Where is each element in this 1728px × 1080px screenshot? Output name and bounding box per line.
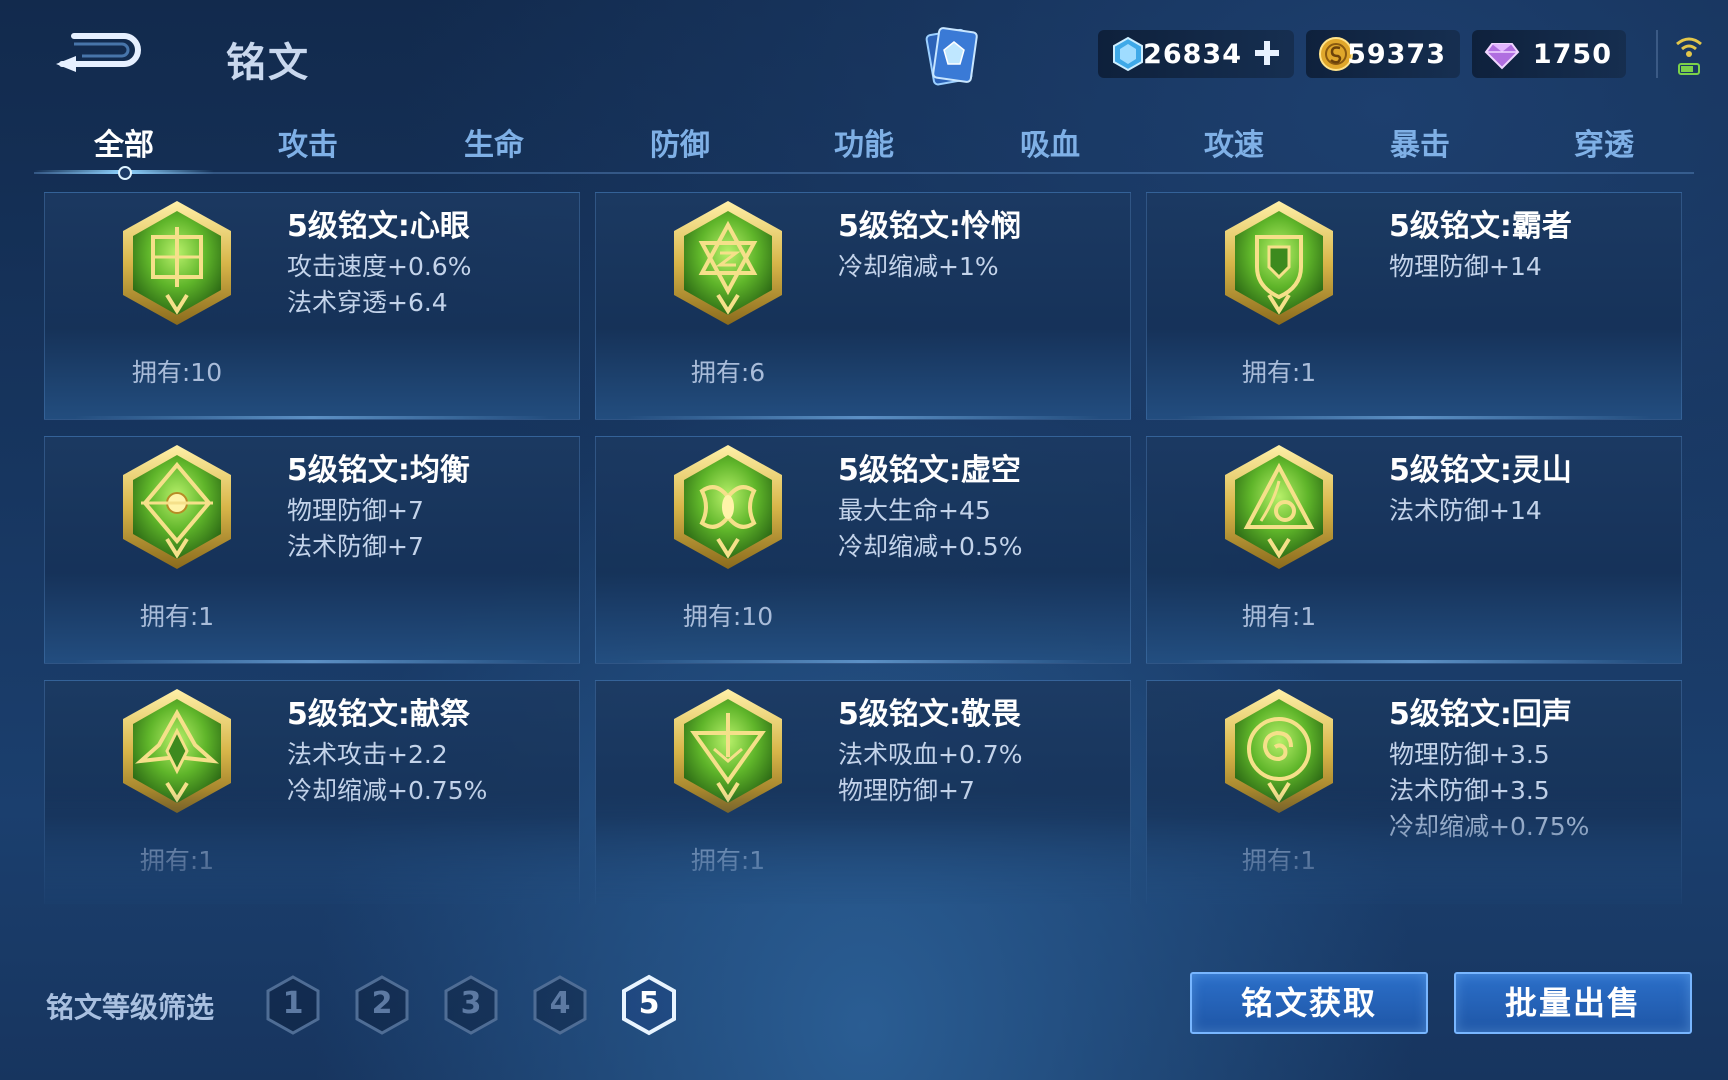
- rune-junheng-icon: [123, 445, 231, 569]
- level-filter-number: 1: [282, 986, 304, 1021]
- bulk-sell-button[interactable]: 批量出售: [1454, 972, 1692, 1034]
- level-filter-label: 铭文等级筛选: [46, 991, 215, 1024]
- rune-owned-count: 拥有:1: [139, 602, 215, 631]
- rune-name: 5级铭文:霸者: [1389, 209, 1572, 244]
- wifi-status-icon: [1676, 37, 1702, 75]
- gold-currency: 59373: [1306, 30, 1460, 78]
- rune-card-xukong[interactable]: 5级铭文:虚空 最大生命+45 冷却缩减+0.5% 拥有:10: [595, 436, 1131, 664]
- rune-stat: 冷却缩减+0.75%: [287, 776, 488, 805]
- rune-bazhe-icon: [1225, 201, 1333, 325]
- rune-stat: 物理防御+14: [1389, 252, 1542, 281]
- crystal-icon: [1113, 36, 1143, 72]
- rune-owned-count: 拥有:1: [1241, 358, 1317, 387]
- back-arrow-icon: [56, 33, 141, 72]
- rune-name: 5级铭文:敬畏: [838, 697, 1021, 732]
- rune-stat: 法术防御+7: [287, 532, 424, 561]
- level-filter-number: 2: [371, 986, 393, 1021]
- diamond-currency: 1750: [1472, 30, 1626, 78]
- rune-stat: 法术防御+14: [1389, 496, 1542, 525]
- rune-stat: 攻击速度+0.6%: [287, 252, 472, 281]
- rune-name: 5级铭文:均衡: [287, 453, 470, 488]
- rune-lianmin-icon: [674, 201, 782, 325]
- tab-attack-speed[interactable]: 攻速: [1164, 120, 1304, 164]
- header-divider: [1656, 30, 1658, 78]
- rune-owned-count: 拥有:1: [1241, 602, 1317, 631]
- rune-card-junheng[interactable]: 5级铭文:均衡 物理防御+7 法术防御+7 拥有:1: [44, 436, 580, 664]
- rune-owned-count: 拥有:6: [690, 358, 766, 387]
- crystal-amount: 26834: [1143, 39, 1242, 70]
- rune-card-lingshan[interactable]: 5级铭文:灵山 法术防御+14 拥有:1: [1146, 436, 1682, 664]
- rune-xianji-icon: [123, 689, 231, 813]
- rune-xukong-icon: [674, 445, 782, 569]
- rune-name: 5级铭文:灵山: [1389, 453, 1572, 488]
- rune-owned-count: 拥有:1: [690, 846, 766, 875]
- diamond-amount: 1750: [1532, 39, 1612, 70]
- rune-owned-count: 拥有:1: [1241, 846, 1317, 875]
- tab-critical[interactable]: 暴击: [1350, 120, 1490, 164]
- rune-grid: 5级铭文:心眼 攻击速度+0.6% 法术穿透+6.4 拥有:10 5级铭文:怜悯…: [44, 192, 1684, 904]
- get-rune-button[interactable]: 铭文获取: [1190, 972, 1428, 1034]
- rune-xinyan-icon: [123, 201, 231, 325]
- page-title: 铭文: [226, 40, 310, 86]
- rune-lingshan-icon: [1225, 445, 1333, 569]
- rune-owned-count: 拥有:1: [139, 846, 215, 875]
- level-filter-1[interactable]: 1: [264, 974, 322, 1036]
- level-filter-number: 5: [638, 986, 660, 1021]
- rune-card-xinyan[interactable]: 5级铭文:心眼 攻击速度+0.6% 法术穿透+6.4 拥有:10: [44, 192, 580, 420]
- category-tabs: 全部 攻击 生命 防御 功能 吸血 攻速 暴击 穿透: [34, 112, 1694, 172]
- crystal-currency: 26834: [1098, 30, 1294, 78]
- rune-stat: 最大生命+45: [838, 496, 991, 525]
- rune-stat: 冷却缩减+0.5%: [838, 532, 1023, 561]
- tab-health[interactable]: 生命: [424, 120, 564, 164]
- level-filter-3[interactable]: 3: [442, 974, 500, 1036]
- rune-stat: 法术攻击+2.2: [287, 740, 448, 769]
- level-filter-4[interactable]: 4: [531, 974, 589, 1036]
- active-tab-dot: [118, 166, 132, 180]
- rune-card-lianmin[interactable]: 5级铭文:怜悯 冷却缩减+1% 拥有:6: [595, 192, 1131, 420]
- rune-stat: 物理防御+7: [838, 776, 975, 805]
- add-crystal-button[interactable]: [1252, 38, 1282, 68]
- rune-stat: 冷却缩减+0.75%: [1389, 812, 1590, 841]
- tab-defense[interactable]: 防御: [610, 120, 750, 164]
- diamond-icon: [1484, 43, 1520, 70]
- rune-stat: 物理防御+3.5: [1389, 740, 1550, 769]
- rune-stat: 冷却缩减+1%: [838, 252, 999, 281]
- rune-card-jingwei[interactable]: 5级铭文:敬畏 法术吸血+0.7% 物理防御+7 拥有:1: [595, 680, 1131, 904]
- back-button[interactable]: [52, 28, 144, 74]
- level-filter-2[interactable]: 2: [353, 974, 411, 1036]
- rune-stat: 物理防御+7: [287, 496, 424, 525]
- rune-book-icon[interactable]: [920, 22, 984, 92]
- tab-all[interactable]: 全部: [54, 120, 194, 164]
- tab-attack[interactable]: 攻击: [238, 120, 378, 164]
- level-filter-number: 4: [549, 986, 571, 1021]
- tab-penetration[interactable]: 穿透: [1534, 120, 1674, 164]
- tabs-divider: [34, 172, 1694, 174]
- rune-stat: 法术吸血+0.7%: [838, 740, 1023, 769]
- rune-stat: 法术防御+3.5: [1389, 776, 1550, 805]
- rune-owned-count: 拥有:10: [131, 358, 223, 387]
- rune-card-huisheng[interactable]: 5级铭文:回声 物理防御+3.5 法术防御+3.5 冷却缩减+0.75% 拥有:…: [1146, 680, 1682, 904]
- tab-utility[interactable]: 功能: [794, 120, 934, 164]
- gold-amount: 59373: [1347, 39, 1446, 70]
- rune-name: 5级铭文:虚空: [838, 453, 1021, 488]
- rune-name: 5级铭文:回声: [1389, 697, 1572, 732]
- rune-name: 5级铭文:怜悯: [838, 209, 1021, 244]
- rune-stat: 法术穿透+6.4: [287, 288, 448, 317]
- rune-name: 5级铭文:心眼: [287, 209, 470, 244]
- rune-card-xianji[interactable]: 5级铭文:献祭 法术攻击+2.2 冷却缩减+0.75% 拥有:1: [44, 680, 580, 904]
- rune-owned-count: 拥有:10: [682, 602, 774, 631]
- rune-card-bazhe[interactable]: 5级铭文:霸者 物理防御+14 拥有:1: [1146, 192, 1682, 420]
- level-filter-5[interactable]: 5: [620, 974, 678, 1036]
- level-filter-number: 3: [460, 986, 482, 1021]
- tab-lifesteal[interactable]: 吸血: [980, 120, 1120, 164]
- rune-name: 5级铭文:献祭: [287, 697, 470, 732]
- rune-huisheng-icon: [1225, 689, 1333, 813]
- rune-jingwei-icon: [674, 689, 782, 813]
